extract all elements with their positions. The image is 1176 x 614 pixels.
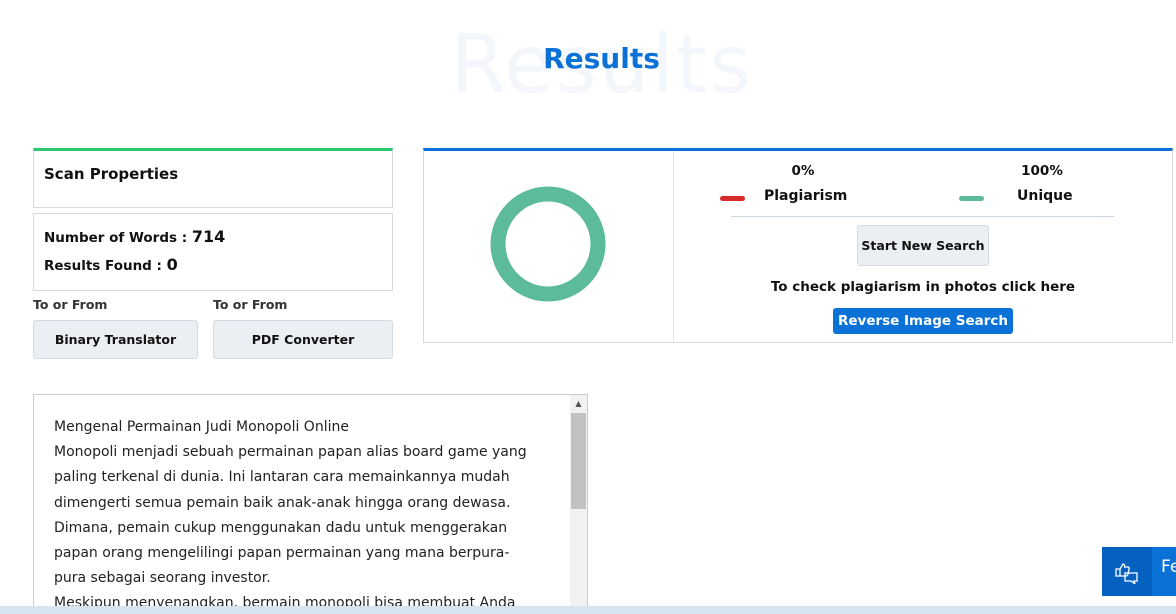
unique-arc — [490, 186, 606, 302]
binary-translator-button[interactable]: Binary Translator — [33, 320, 198, 359]
divider — [673, 151, 674, 342]
tool-caption: To or From — [33, 297, 108, 312]
bottom-bar — [0, 606, 1176, 614]
word-count-label: Number of Words : — [44, 230, 188, 246]
result-panel: 0% 100% Plagiarism Unique Start New Sear… — [423, 148, 1173, 343]
tool-caption: To or From — [213, 297, 288, 312]
text-line: papan orang mengelilingi papan permainan… — [54, 545, 510, 562]
text-content-area[interactable]: Mengenal Permainan Judi Monopoli Online M… — [33, 394, 588, 614]
start-new-search-button[interactable]: Start New Search — [857, 225, 989, 266]
results-found: Results Found : 0 — [44, 255, 178, 274]
results-found-label: Results Found : — [44, 258, 162, 274]
scroll-up-arrow-icon[interactable]: ▲ — [570, 395, 587, 412]
text-line: pura sebagai seorang investor. — [54, 570, 271, 587]
legend-divider — [731, 216, 1114, 217]
unique-percent: 100% — [1021, 163, 1063, 179]
unique-label: Unique — [1017, 188, 1073, 204]
feedback-label[interactable]: Fe — [1152, 547, 1176, 596]
scrollbar-thumb[interactable] — [571, 413, 586, 509]
scrollbar[interactable]: ▲ — [570, 395, 587, 613]
reverse-image-search-button[interactable]: Reverse Image Search — [833, 308, 1013, 334]
text-line: Mengenal Permainan Judi Monopoli Online — [54, 419, 349, 435]
photo-check-note: To check plagiarism in photos click here — [770, 279, 1076, 295]
page-title: Results — [543, 42, 660, 75]
text-line: Monopoli menjadi sebuah permainan papan … — [54, 444, 527, 461]
feedback-thumbs-up-icon — [1115, 562, 1138, 584]
text-line: dimengerti semua pemain baik anak-anak h… — [54, 494, 511, 511]
scan-properties-header: Scan Properties — [33, 148, 393, 208]
scanned-text: Mengenal Permainan Judi Monopoli Online M… — [54, 415, 554, 613]
word-count: Number of Words : 714 — [44, 227, 225, 246]
results-found-value: 0 — [166, 255, 178, 274]
plagiarism-label: Plagiarism — [764, 188, 848, 204]
text-line: paling terkenal di dunia. Ini lantaran c… — [54, 469, 510, 486]
donut-chart — [490, 186, 606, 302]
feedback-button[interactable] — [1102, 547, 1152, 596]
plagiarism-legend-swatch — [720, 196, 745, 201]
plagiarism-percent: 0% — [791, 163, 815, 179]
scan-stats: Number of Words : 714 Results Found : 0 — [33, 213, 393, 291]
unique-legend-swatch — [959, 196, 984, 201]
scan-properties-title: Scan Properties — [44, 165, 179, 183]
text-line: Dimana, pemain cukup menggunakan dadu un… — [54, 519, 508, 536]
pdf-converter-button[interactable]: PDF Converter — [213, 320, 393, 359]
word-count-value: 714 — [191, 227, 226, 246]
